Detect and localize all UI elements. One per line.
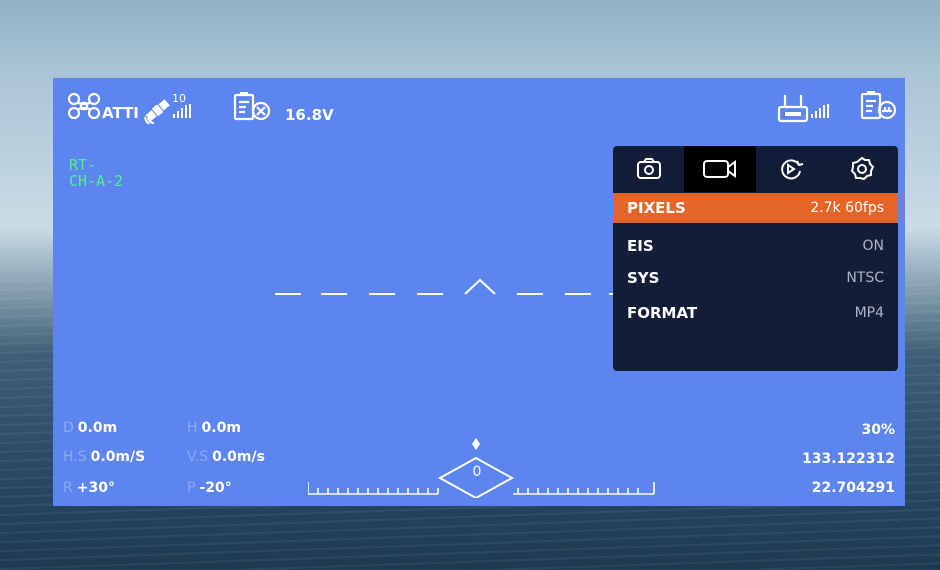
setting-value: 2.7k 60fps bbox=[810, 200, 884, 216]
setting-key: FORMAT bbox=[627, 304, 698, 322]
setting-row-pixels[interactable]: PIXELS 2.7k 60fps bbox=[613, 193, 898, 223]
setting-row-eis[interactable]: EIS ON bbox=[613, 231, 898, 261]
satellite-icon bbox=[143, 96, 173, 129]
gps-signal-icon bbox=[173, 104, 193, 123]
height-label: H bbox=[187, 420, 198, 436]
setting-key: EIS bbox=[627, 237, 654, 255]
setting-value: ON bbox=[862, 238, 885, 254]
rc-signal-icon bbox=[811, 104, 831, 123]
vertical-speed-value: 0.0m/s bbox=[212, 449, 265, 465]
setting-row-format[interactable]: FORMAT MP4 bbox=[613, 298, 898, 328]
tab-playback[interactable] bbox=[756, 146, 827, 192]
drone-battery-icon bbox=[233, 92, 277, 127]
longitude-value: 133.122312 bbox=[802, 451, 895, 467]
roll-readout: R +30° bbox=[63, 480, 115, 496]
aircraft-nose-icon bbox=[463, 278, 497, 301]
heading-value: 0 bbox=[472, 464, 482, 480]
setting-value: MP4 bbox=[854, 305, 884, 321]
setting-value: NTSC bbox=[846, 270, 884, 286]
vertical-speed-label: V.S bbox=[187, 449, 209, 465]
height-value: 0.0m bbox=[201, 420, 241, 436]
video-camera-icon bbox=[702, 160, 736, 178]
tab-video[interactable] bbox=[684, 146, 756, 192]
settings-tabs bbox=[613, 146, 898, 192]
battery-voltage: 16.8V bbox=[285, 106, 334, 124]
setting-key: PIXELS bbox=[627, 199, 686, 217]
camera-icon bbox=[636, 158, 661, 179]
camera-id-line-1: RT- bbox=[69, 156, 97, 174]
setting-key: SYS bbox=[627, 269, 660, 287]
pitch-label: P bbox=[187, 480, 196, 496]
roll-value: +30° bbox=[76, 480, 115, 496]
latitude-value: 22.704291 bbox=[811, 480, 895, 496]
gear-icon bbox=[851, 156, 875, 181]
distance-label: D bbox=[63, 420, 74, 436]
camera-settings-panel: PIXELS 2.7k 60fps EIS ON SYS NTSC FORMAT… bbox=[613, 146, 898, 371]
height-readout: H 0.0m bbox=[187, 420, 241, 436]
horizontal-speed-value: 0.0m/S bbox=[90, 449, 146, 465]
flight-mode: ATTI bbox=[102, 104, 139, 122]
vertical-speed-readout: V.S 0.0m/s bbox=[187, 449, 265, 465]
distance-value: 0.0m bbox=[77, 420, 118, 436]
drone-hud-screen: ATTI 10 16.8V RT- CH-A-2 PIXELS 2.7k 60f… bbox=[53, 78, 905, 506]
horizontal-speed-readout: H.S 0.0m/S bbox=[63, 449, 145, 465]
battery-percent: 30% bbox=[861, 422, 895, 438]
tab-settings[interactable] bbox=[827, 146, 898, 192]
playback-icon bbox=[781, 159, 804, 180]
camera-id-line-2: CH-A-2 bbox=[69, 172, 124, 190]
horizontal-speed-label: H.S bbox=[63, 449, 87, 465]
roll-label: R bbox=[63, 480, 73, 496]
pitch-readout: P -20° bbox=[187, 480, 232, 496]
drone-icon bbox=[67, 92, 101, 125]
tab-photo[interactable] bbox=[613, 146, 684, 192]
rc-battery-icon bbox=[860, 91, 898, 126]
distance-readout: D 0.0m bbox=[63, 420, 117, 436]
remote-controller-icon bbox=[777, 93, 809, 128]
setting-row-sys[interactable]: SYS NTSC bbox=[613, 263, 898, 293]
pitch-value: -20° bbox=[199, 480, 232, 496]
